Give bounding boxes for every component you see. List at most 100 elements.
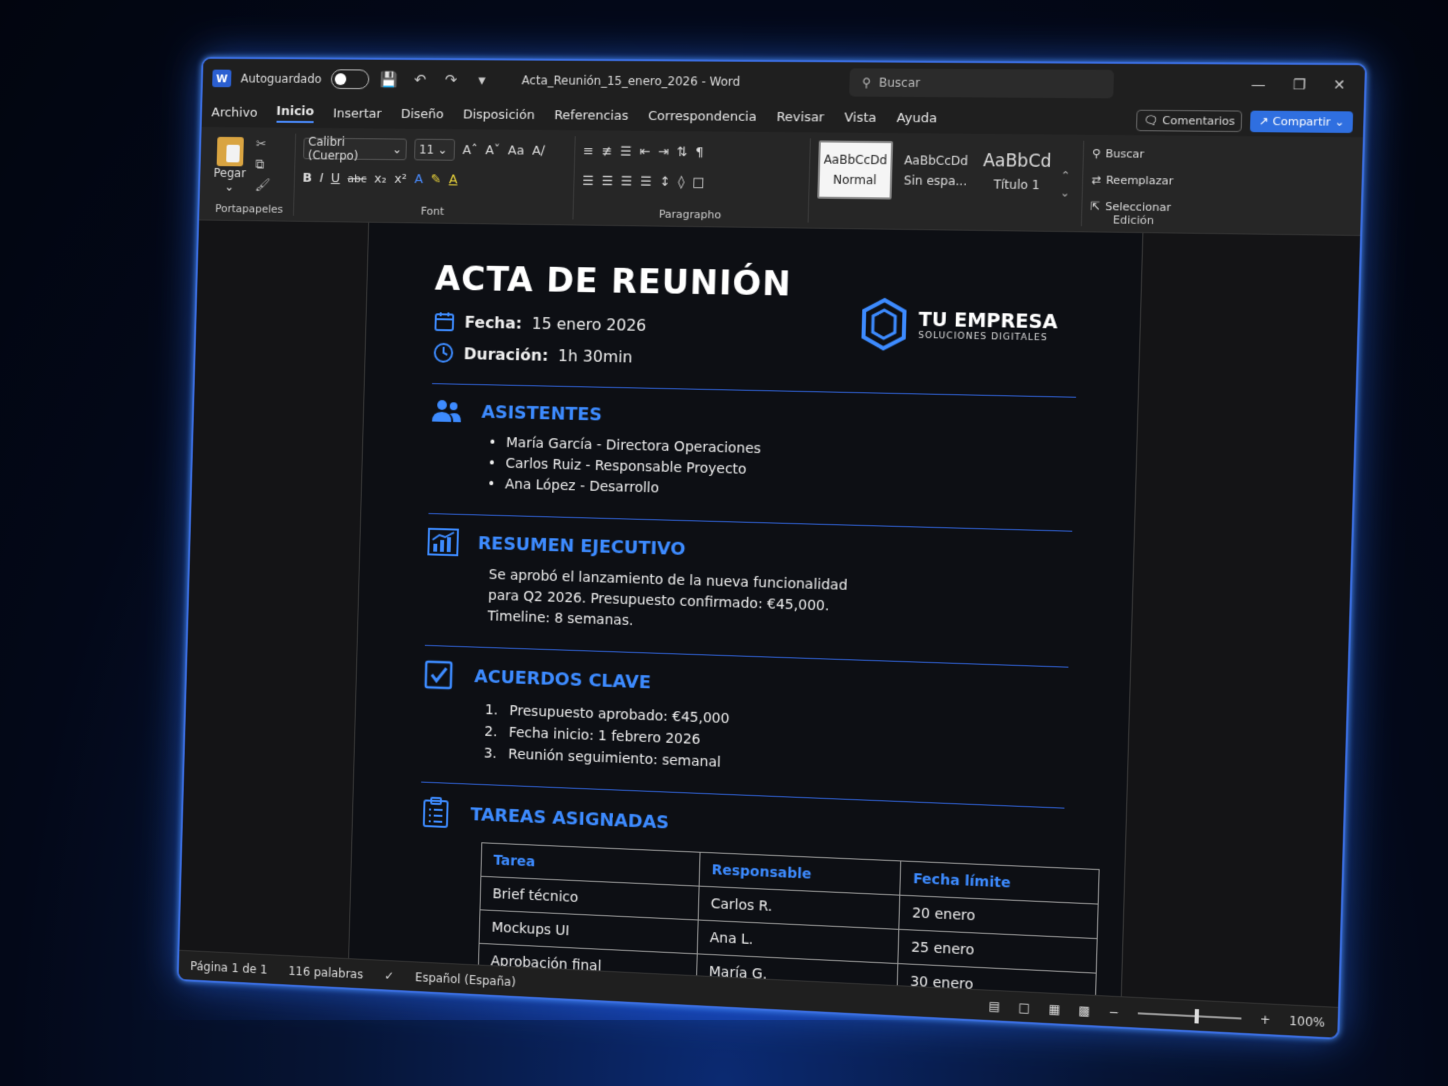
font-size-select[interactable]: 11 ⌄	[414, 138, 456, 161]
autosave-toggle[interactable]	[330, 69, 370, 90]
bullets-icon[interactable]: ≡	[583, 144, 594, 159]
find-button[interactable]: ⚲ Buscar	[1092, 143, 1179, 164]
sort-icon[interactable]: ⇅	[677, 145, 688, 160]
shading-icon[interactable]: ◊	[678, 175, 685, 190]
justify-icon[interactable]: ☰	[640, 174, 652, 189]
chevron-down-icon: ⌄	[1334, 114, 1345, 129]
document-page[interactable]: ACTA DE REUNIÓN Fecha: 15 enero 2026 Dur…	[347, 222, 1144, 1007]
page-count[interactable]: Página 1 de 1	[190, 959, 268, 976]
section-divider	[428, 513, 1073, 532]
clipboard-group-label: Portapapeles	[215, 202, 284, 216]
print-layout-icon[interactable]: ▦	[1048, 1001, 1060, 1016]
share-icon: ↗	[1258, 114, 1269, 128]
bold-icon[interactable]: B	[302, 170, 312, 185]
font-name-select[interactable]: Calibri (Cuerpo) ⌄	[303, 135, 407, 163]
tab-diseno[interactable]: Diseño	[401, 107, 444, 122]
line-spacing-icon[interactable]: ↕	[659, 174, 670, 189]
search-icon: ⚲	[861, 75, 872, 90]
tab-insertar[interactable]: Insertar	[333, 106, 382, 121]
text-effects-icon[interactable]: A	[414, 172, 423, 187]
tab-archivo[interactable]: Archivo	[211, 105, 257, 120]
increase-indent-icon[interactable]: ⇥	[658, 144, 669, 159]
word-count[interactable]: 116 palabras	[288, 964, 363, 981]
search-icon: ⚲	[1091, 146, 1101, 160]
attendees-list: María García - Directora Operaciones Car…	[429, 431, 1075, 510]
minimize-icon[interactable]: —	[1251, 77, 1266, 93]
chevron-down-icon: ⌄	[437, 142, 448, 157]
tab-vista[interactable]: Vista	[844, 110, 877, 125]
chevron-down-icon[interactable]: ⌄	[1060, 186, 1070, 199]
agreements-title: ACUERDOS CLAVE	[473, 665, 652, 693]
align-center-icon[interactable]: ☰	[601, 174, 613, 189]
word-window: W Autoguardado 💾 ↶ ↷ ▾ Acta_Reunión_15_e…	[176, 56, 1368, 1040]
chevron-down-icon: ⌄	[224, 179, 235, 194]
view-controls: ▤ □ ▦ ▩ − + 100%	[988, 998, 1325, 1029]
cut-icon[interactable]: ✂	[256, 137, 272, 152]
menu-actions: 🗨 Comentarios ↗ Compartir ⌄	[1136, 109, 1363, 133]
clear-formatting-icon[interactable]: A∕	[532, 143, 545, 158]
underline-icon[interactable]: U	[331, 171, 340, 186]
zoom-slider[interactable]	[1137, 1008, 1242, 1023]
language[interactable]: Español (España)	[415, 970, 516, 989]
show-marks-icon[interactable]: ¶	[695, 145, 704, 160]
zoom-slider-knob[interactable]	[1194, 1008, 1199, 1023]
web-layout-icon[interactable]: ▩	[1078, 1003, 1090, 1018]
close-icon[interactable]: ✕	[1333, 77, 1346, 94]
read-mode-icon[interactable]: □	[1018, 1000, 1030, 1015]
borders-icon[interactable]: □	[692, 175, 705, 190]
copy-icon[interactable]: ⧉	[255, 158, 271, 173]
tab-ayuda[interactable]: Ayuda	[896, 110, 937, 125]
tab-revisar[interactable]: Revisar	[776, 110, 824, 125]
share-button[interactable]: ↗ Compartir ⌄	[1250, 110, 1354, 133]
subscript-icon[interactable]: x₂	[374, 171, 387, 186]
format-painter-icon[interactable]: 🖌	[255, 178, 271, 193]
font-color-icon[interactable]: A	[449, 172, 458, 187]
tab-inicio[interactable]: Inicio	[276, 103, 315, 123]
strikethrough-icon[interactable]: abc	[347, 172, 366, 185]
item-number: 3.	[483, 745, 497, 762]
document-area: ACTA DE REUNIÓN Fecha: 15 enero 2026 Dur…	[179, 220, 1361, 1007]
attendees-heading: ASISTENTES	[431, 398, 1076, 438]
redo-icon[interactable]: ↷	[440, 71, 462, 89]
save-icon[interactable]: 💾	[379, 71, 401, 89]
superscript-icon[interactable]: x²	[394, 171, 407, 186]
shrink-font-icon[interactable]: Aˇ	[485, 143, 500, 158]
date-row: Fecha: 15 enero 2026	[433, 310, 790, 338]
tab-referencias[interactable]: Referencias	[554, 108, 629, 123]
header-left: ACTA DE REUNIÓN Fecha: 15 enero 2026 Dur…	[433, 259, 792, 371]
paragraph-group-label: Paragrapho	[658, 207, 722, 222]
style-no-spacing[interactable]: AaBbCcDd Sin espa...	[898, 141, 974, 200]
zoom-level[interactable]: 100%	[1289, 1013, 1325, 1029]
people-icon	[431, 399, 462, 423]
tasks-title: TAREAS ASIGNADAS	[470, 803, 670, 833]
tab-correspondencia[interactable]: Correspondencia	[648, 109, 757, 125]
chevron-up-icon[interactable]: ⌃	[1061, 169, 1071, 182]
style-sample: AaBbCcDd	[903, 153, 969, 169]
numbering-icon[interactable]: ≢	[601, 144, 612, 159]
highlight-icon[interactable]: ✎	[430, 172, 441, 187]
tab-disposicion[interactable]: Disposición	[463, 107, 535, 122]
zoom-in-icon[interactable]: +	[1260, 1012, 1271, 1027]
multilevel-list-icon[interactable]: ☰	[620, 144, 632, 159]
grow-font-icon[interactable]: Aˆ	[462, 143, 477, 158]
replace-button[interactable]: ⇄ Reemplazar	[1091, 169, 1178, 190]
align-right-icon[interactable]: ☰	[621, 174, 633, 189]
decrease-indent-icon[interactable]: ⇤	[639, 144, 650, 159]
focus-mode-icon[interactable]: ▤	[988, 998, 1000, 1013]
style-normal[interactable]: AaBbCcDd Normal	[817, 140, 894, 200]
maximize-icon[interactable]: ❐	[1292, 77, 1306, 94]
zoom-out-icon[interactable]: −	[1108, 1004, 1119, 1019]
customize-toolbar-icon[interactable]: ▾	[471, 71, 493, 89]
undo-icon[interactable]: ↶	[409, 71, 431, 89]
comments-button[interactable]: 🗨 Comentarios	[1136, 109, 1243, 132]
summary-title: RESUMEN EJECUTIVO	[477, 532, 686, 560]
italic-icon[interactable]: I	[319, 171, 323, 186]
agreements-list: 1. Presupuesto aprobado: €45,000 2. Fech…	[422, 697, 1067, 787]
style-heading-1[interactable]: AaBbCd Título 1	[978, 142, 1055, 202]
change-case-icon[interactable]: Aa	[508, 143, 525, 158]
calendar-icon	[433, 310, 455, 332]
styles-scroll: ⌃ ⌄	[1059, 143, 1071, 226]
proofing-icon[interactable]: ✓	[384, 968, 394, 982]
search-box[interactable]: ⚲ Buscar	[849, 68, 1115, 99]
align-left-icon[interactable]: ☰	[582, 173, 594, 188]
